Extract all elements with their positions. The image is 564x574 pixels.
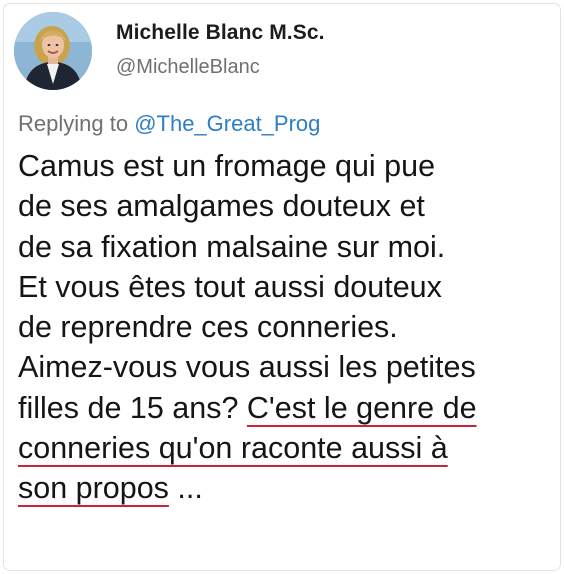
tweet-line: Camus est un fromage qui pue	[18, 149, 436, 183]
replying-to: Replying to @The_Great_Prog	[18, 111, 320, 137]
tweet-line: Et vous êtes tout aussi douteux	[18, 269, 442, 304]
tweet-line: son propos ...	[18, 468, 558, 508]
avatar[interactable]	[14, 12, 92, 90]
underlined-text: C'est le genre de	[246, 390, 477, 425]
tweet-line: de ses amalgames douteux et	[18, 189, 425, 224]
tweet-line: conneries qu'on raconte aussi à	[18, 428, 558, 468]
reply-mention-link[interactable]: @The_Great_Prog	[134, 111, 320, 136]
display-name[interactable]: Michelle Blanc M.Sc.	[116, 21, 325, 45]
underlined-text: conneries qu'on raconte aussi à	[18, 431, 448, 466]
tweet-card: Michelle Blanc M.Sc. @MichelleBlanc Repl…	[4, 4, 560, 570]
underlined-text: son propos	[18, 471, 169, 506]
replying-to-label: Replying to	[18, 111, 135, 136]
tweet-line: Aimez-vous vous aussi les petites	[18, 350, 476, 385]
tweet-line: de reprendre ces conneries.	[18, 310, 398, 345]
tweet-text-plain: ...	[168, 471, 203, 506]
tweet-text-plain: filles de 15 ans?	[18, 390, 247, 425]
tweet-line: de sa fixation malsaine sur moi.	[18, 229, 446, 264]
tweet-text: Camus est un fromage qui pue de ses amal…	[18, 146, 558, 509]
tweet-line: filles de 15 ans? C'est le genre de	[18, 388, 558, 428]
user-avatar-icon	[14, 12, 92, 90]
user-handle[interactable]: @MichelleBlanc	[116, 56, 260, 79]
